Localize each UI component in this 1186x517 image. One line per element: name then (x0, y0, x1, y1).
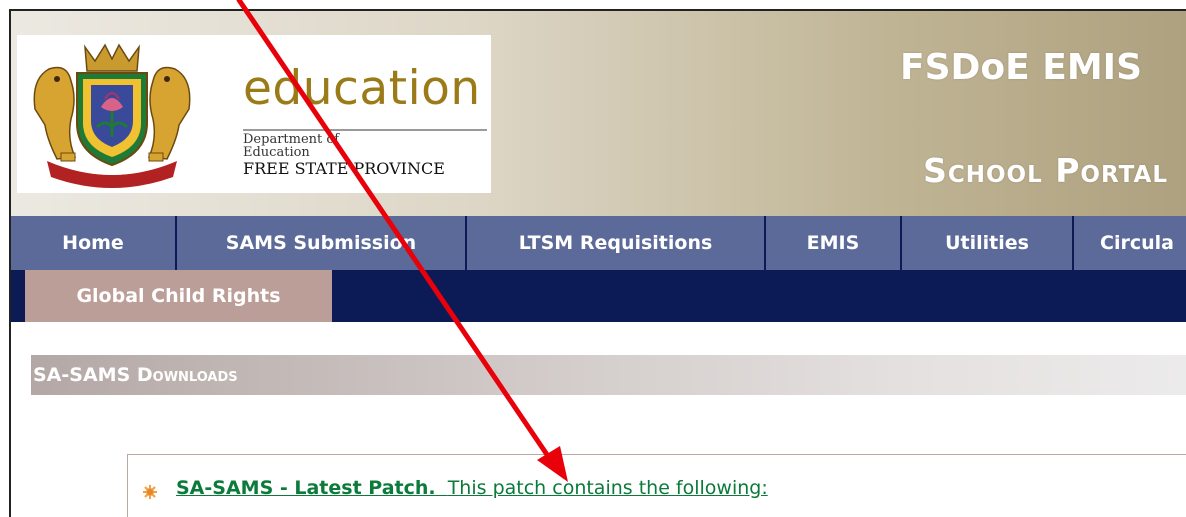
province-name: FREE STATE PROVINCE (243, 159, 445, 178)
downloads-list: SA-SAMS - Latest Patch. This patch conta… (127, 454, 1186, 517)
department-line-2: Education (243, 145, 310, 160)
nav-utilities[interactable]: Utilities (902, 216, 1073, 270)
section-title: SA-SAMS Downloads (33, 364, 238, 386)
section-header: SA-SAMS Downloads (31, 355, 1186, 395)
browser-page: education Department of Education FREE S… (9, 9, 1186, 517)
bullet-icon (143, 485, 157, 499)
education-wordmark: education (243, 61, 481, 116)
department-logo[interactable]: education Department of Education FREE S… (17, 35, 491, 193)
latest-patch-title[interactable]: SA-SAMS - Latest Patch. (176, 477, 436, 499)
coat-of-arms-icon (33, 43, 191, 188)
nav-home[interactable]: Home (11, 216, 176, 270)
page-header: education Department of Education FREE S… (11, 11, 1186, 216)
secondary-navigation: Global Child Rights (11, 270, 1186, 322)
portal-title-primary: FSDoE EMIS (900, 47, 1142, 88)
portal-title-secondary: School Portal (923, 151, 1168, 190)
nav-ltsm-requisitions[interactable]: LTSM Requisitions (467, 216, 765, 270)
main-navigation: Home SAMS Submission LTSM Requisitions E… (11, 216, 1186, 270)
nav-circulars[interactable]: Circula (1074, 216, 1186, 270)
latest-patch-link[interactable]: SA-SAMS - Latest Patch. This patch conta… (176, 477, 768, 499)
latest-patch-description[interactable]: This patch contains the following: (448, 477, 768, 499)
nav-global-child-rights[interactable]: Global Child Rights (25, 270, 332, 322)
logo-divider (243, 129, 487, 131)
nav-sams-submission[interactable]: SAMS Submission (177, 216, 466, 270)
nav-emis[interactable]: EMIS (766, 216, 901, 270)
